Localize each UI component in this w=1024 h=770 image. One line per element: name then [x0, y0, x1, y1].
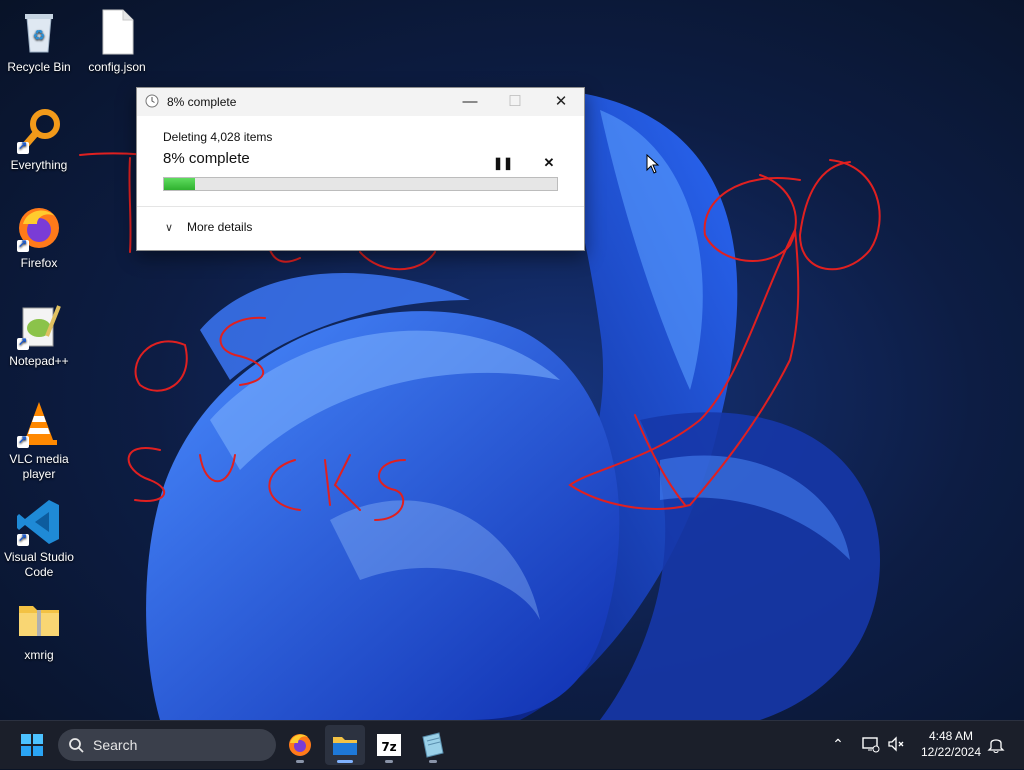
firefox-icon	[289, 734, 311, 756]
close-button[interactable]: ✕	[538, 88, 584, 116]
running-indicator	[385, 760, 393, 763]
clock-date: 12/22/2024	[920, 745, 982, 759]
notepad-plus-plus-icon	[15, 302, 63, 350]
vscode-icon	[15, 498, 63, 546]
shortcut-arrow-icon	[17, 433, 29, 448]
svg-text:7z: 7z	[381, 740, 396, 754]
file-icon	[93, 8, 141, 56]
operation-description: Deleting 4,028 items	[163, 130, 273, 144]
taskbar-search-box[interactable]: Search	[58, 729, 276, 761]
7zip-icon: 7z	[377, 734, 401, 756]
delete-progress-dialog: 8% complete — ☐ ✕ Deleting 4,028 items 8…	[136, 87, 585, 251]
zip-folder-icon	[15, 596, 63, 644]
mouse-pointer-icon	[646, 154, 660, 174]
svg-text:♻: ♻	[33, 28, 46, 44]
taskbar: Search 7z ⌃ 4:48 AM 12/22/2024	[0, 720, 1024, 769]
notepad-icon	[422, 732, 444, 758]
dialog-title: 8% complete	[167, 95, 237, 109]
desktop-icon-label: Everything	[10, 158, 68, 172]
progress-status: 8% complete	[163, 150, 250, 167]
shortcut-arrow-icon	[17, 531, 29, 546]
folder-icon	[333, 737, 357, 755]
taskbar-app-firefox[interactable]	[280, 725, 320, 765]
maximize-button[interactable]: ☐	[492, 88, 538, 116]
clock-icon	[145, 94, 159, 108]
progress-bar	[163, 177, 558, 191]
dialog-titlebar[interactable]: 8% complete — ☐ ✕	[137, 88, 584, 116]
magnifier-icon	[15, 106, 63, 154]
pause-icon: ❚❚	[492, 156, 514, 170]
chevron-down-icon: ∨	[165, 222, 174, 234]
bell-icon	[987, 739, 1005, 753]
desktop-icon-config-json[interactable]: config.json	[78, 8, 156, 75]
clock-time: 4:48 AM	[928, 729, 974, 743]
desktop-icon-label: VLC media player	[9, 452, 69, 481]
desktop-icon-everything[interactable]: Everything	[0, 106, 78, 173]
desktop-icon-recycle-bin[interactable]: ♻ Recycle Bin	[0, 8, 78, 75]
desktop-icon-label: Notepad++	[9, 354, 69, 368]
desktop-icon-label: config.json	[88, 60, 146, 74]
taskbar-clock[interactable]: 4:48 AM 12/22/2024	[918, 728, 984, 760]
shortcut-arrow-icon	[17, 139, 29, 154]
notifications-button[interactable]	[985, 733, 1007, 755]
stop-icon: ✕	[543, 155, 555, 170]
vlc-cone-icon	[15, 400, 63, 448]
desktop-icon-label: xmrig	[24, 648, 54, 662]
running-indicator	[296, 760, 304, 763]
start-button[interactable]	[12, 725, 52, 765]
running-indicator	[429, 760, 437, 763]
desktop-icon-label: Recycle Bin	[7, 60, 71, 74]
close-icon: ✕	[554, 93, 568, 110]
minimize-button[interactable]: —	[447, 88, 493, 116]
desktop-icon-xmrig[interactable]: xmrig	[0, 596, 78, 663]
desktop-icon-vscode[interactable]: Visual Studio Code	[0, 498, 78, 580]
active-indicator	[337, 760, 353, 763]
recycle-bin-icon: ♻	[15, 8, 63, 56]
desktop-icon-vlc[interactable]: VLC media player	[0, 400, 78, 482]
show-hidden-icons-button[interactable]: ⌃	[827, 733, 849, 755]
maximize-icon: ☐	[508, 93, 522, 110]
taskbar-app-notepad[interactable]	[413, 725, 453, 765]
search-placeholder: Search	[93, 737, 138, 753]
windows-logo-icon	[21, 734, 43, 756]
pause-button[interactable]: ❚❚	[492, 152, 514, 174]
network-status-button[interactable]	[859, 733, 881, 755]
taskbar-app-file-explorer[interactable]	[325, 725, 365, 765]
progress-bar-fill	[164, 178, 196, 190]
taskbar-app-7zip[interactable]: 7z	[369, 725, 409, 765]
volume-button[interactable]	[885, 733, 907, 755]
more-details-label: More details	[187, 220, 253, 234]
minimize-icon: —	[462, 93, 478, 110]
network-disconnected-icon	[862, 737, 880, 753]
firefox-icon	[15, 204, 63, 252]
shortcut-arrow-icon	[17, 237, 29, 252]
more-details-toggle[interactable]: ∨ More details	[165, 220, 252, 234]
dialog-divider	[137, 206, 584, 207]
volume-muted-icon	[888, 736, 904, 752]
stop-button[interactable]: ✕	[538, 152, 560, 174]
desktop-icon-label: Firefox	[20, 256, 58, 270]
search-icon	[69, 738, 84, 753]
desktop-icon-label: Visual Studio Code	[4, 550, 74, 579]
shortcut-arrow-icon	[17, 335, 29, 350]
desktop-icon-notepad-plus-plus[interactable]: Notepad++	[0, 302, 78, 369]
chevron-up-icon: ⌃	[832, 736, 844, 752]
desktop-icon-firefox[interactable]: Firefox	[0, 204, 78, 271]
